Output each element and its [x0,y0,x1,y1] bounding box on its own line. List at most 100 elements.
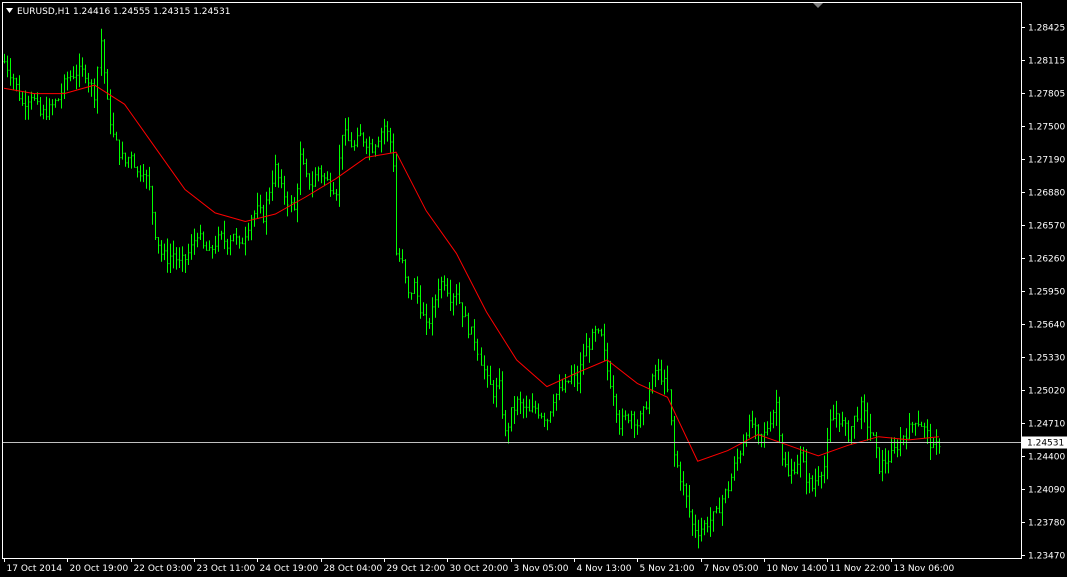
ohlc-bar [374,144,377,157]
ohlc-bar [353,140,356,151]
ohlc-bar [434,294,437,318]
chart-shift-marker[interactable] [813,3,823,8]
ohlc-bar [33,93,36,101]
ohlc-bar [63,74,66,99]
ohlc-bar [196,232,199,248]
ohlc-bar [730,473,733,492]
ohlc-bar [383,118,386,145]
ohlc-bar [905,428,908,450]
ohlc-bar [247,222,250,241]
ohlc-bar [60,83,63,109]
ohlc-bar [766,421,769,436]
y-tick-label: 1.27500 [1028,123,1065,133]
ohlc-bar [320,165,323,184]
ohlc-bar [872,432,875,436]
ohlc-bar [205,241,208,251]
x-tick-label: 13 Nov 06:00 [894,564,955,574]
ohlc-bar [847,420,850,443]
ohlc-bar [329,172,332,197]
ohlc-bar [805,449,808,495]
ohlc-bar [464,306,467,318]
ohlc-bar [573,364,576,387]
ohlc-bar [540,412,543,419]
ohlc-bar [401,249,404,264]
ohlc-bar [437,278,440,308]
ohlc-bar [639,410,642,428]
price-chart[interactable]: EURUSD,H1 1.24416 1.24555 1.24315 1.2453… [0,0,1067,577]
ohlc-bar [87,72,90,93]
ohlc-bar [142,164,145,183]
ohlc-bar [856,406,859,422]
ohlc-bar [404,259,407,284]
ohlc-bar [663,369,666,395]
ohlc-bar [823,455,826,484]
ohlc-bar [483,355,486,380]
ohlc-bar [829,409,832,443]
ohlc-bar [878,447,881,474]
ohlc-bar [160,240,163,262]
chart-window[interactable]: EURUSD,H1 1.24416 1.24555 1.24315 1.2453… [0,0,1067,577]
ohlc-bar [594,325,597,342]
ohlc-bar [775,389,778,426]
ohlc-bar [790,458,793,484]
ohlc-bar [299,141,302,195]
x-tick-label: 3 Nov 05:00 [514,564,569,574]
ohlc-bar [615,393,618,423]
ohlc-bar [75,64,78,90]
ohlc-bar [642,406,645,426]
ohlc-bar [633,411,636,438]
ohlc-bar [449,279,452,311]
ohlc-bar [558,374,561,401]
ohlc-bar [784,451,787,468]
ohlc-bar [817,466,820,486]
ohlc-bar [193,228,196,255]
ohlc-bar [169,243,172,273]
ohlc-bar [751,410,754,428]
ohlc-bar [151,185,154,225]
ohlc-bar [48,98,51,120]
ohlc-bar [419,285,422,319]
ohlc-bar [24,90,27,120]
ohlc-bar [308,173,311,190]
ohlc-bar [452,293,455,316]
ohlc-bar [673,416,676,467]
ohlc-bar [130,151,133,169]
ohlc-bar [184,254,187,273]
ohlc-bar [425,303,428,335]
x-tick-label: 4 Nov 13:00 [577,564,632,574]
y-tick-label: 1.26260 [1028,255,1065,265]
y-tick-label: 1.28115 [1028,57,1065,67]
ohlc-bar [380,127,383,153]
ohlc-bar [148,166,151,191]
ohlc-bar [724,488,727,504]
triangle-down-icon[interactable] [6,8,13,13]
x-tick-label: 29 Oct 12:00 [387,564,446,574]
ohlc-bar [832,404,835,421]
ohlc-bar [42,104,45,120]
ohlc-bar [296,183,299,223]
y-tick-label: 1.26880 [1028,189,1065,199]
ohlc-bar [507,422,510,444]
ohlc-bar [893,437,896,454]
ohlc-bar [600,328,603,337]
ohlc-bar [555,393,558,411]
x-tick-label: 7 Nov 05:00 [704,564,759,574]
ohlc-bar [190,234,193,260]
ohlc-bar [66,71,69,91]
ohlc-bar [467,312,470,339]
ohlc-bar [501,371,504,419]
ohlc-bar [706,516,709,533]
ohlc-bar [543,412,546,427]
ohlc-bar [259,194,262,214]
y-tick-label: 1.24710 [1028,420,1065,430]
ohlc-bar [36,92,39,105]
y-tick-label: 1.23470 [1028,552,1065,562]
ohlc-bar [835,400,838,428]
x-tick-label: 24 Oct 19:00 [260,564,319,574]
ohlc-bar [860,396,863,430]
ohlc-bar [232,233,235,242]
ohlc-bar [489,365,492,385]
y-tick-label: 1.23780 [1028,519,1065,529]
ohlc-bar [793,461,796,475]
ohlc-bar [446,278,449,297]
